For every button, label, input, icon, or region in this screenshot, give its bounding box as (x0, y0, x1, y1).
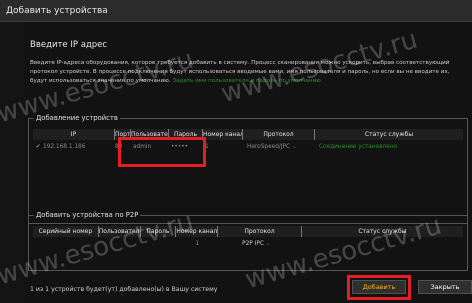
p2p-header-protocol[interactable]: Протокол (218, 226, 302, 237)
header-channel[interactable]: Номер канала (203, 129, 243, 140)
highlight-add-button (347, 275, 411, 300)
p2p-user[interactable] (99, 239, 141, 250)
p2p-password[interactable] (140, 239, 176, 250)
p2p-row[interactable]: 1 P2P IPC ⌄ (33, 239, 463, 250)
device-ip[interactable]: 192.168.1.186 (43, 142, 115, 153)
p2p-header-status[interactable]: Статус службы (302, 226, 463, 237)
p2p-table-header: Серийный номер Пользователь Пароль Номер… (33, 226, 463, 237)
device-protocol: HeroSpeed/JPC (247, 144, 291, 150)
title-bar: Добавить устройства (0, 0, 472, 22)
footer-status: 1 из 1 устройств будет(ут) добавлено(ы) … (30, 286, 218, 293)
header-status[interactable]: Статус службы (315, 129, 463, 140)
window-title: Добавить устройства (6, 6, 108, 16)
device-protocol-select[interactable]: HeroSpeed/JPC ⌄ (243, 142, 315, 153)
dialog-content: Введите IP адрес Введите IP-адреса обору… (24, 22, 472, 303)
section-title: Введите IP адрес (30, 40, 108, 50)
device-table-header: IP Порт Пользователь Пароль Номер канала… (33, 129, 463, 140)
device-channel[interactable]: 1 (203, 142, 243, 153)
p2p-protocol-select[interactable]: P2P IPC ⌄ (218, 239, 302, 250)
default-credentials-link[interactable]: Задать имя пользователя и пароль по умол… (172, 78, 320, 84)
device-status: Соединение установлено (319, 144, 398, 150)
p2p-header-user[interactable]: Пользователь (99, 226, 141, 237)
close-button[interactable]: Закрыть (418, 280, 472, 294)
header-protocol[interactable]: Протокол (243, 129, 315, 140)
chevron-down-icon: ⌄ (291, 144, 297, 150)
p2p-channel[interactable]: 1 (176, 239, 218, 250)
p2p-header-serial[interactable]: Серийный номер (33, 226, 99, 237)
device-row[interactable]: ✔ 192.168.1.186 80 admin ••••• 1 HeroSpe… (33, 142, 463, 153)
section-description: Введите IP-адреса оборудования, которое … (30, 59, 460, 87)
p2p-status (302, 239, 463, 250)
p2p-protocol: P2P IPC (242, 241, 264, 247)
p2p-header-channel[interactable]: Номер канала (176, 226, 219, 237)
p2p-serial[interactable] (33, 239, 99, 250)
add-devices-legend: Добавление устройств (34, 114, 120, 122)
p2p-header-password[interactable]: Пароль (141, 226, 177, 237)
device-checkbox[interactable]: ✔ (33, 142, 43, 153)
chevron-down-icon: ⌄ (265, 241, 271, 247)
p2p-legend: Добавить устройства по P2P (34, 211, 141, 219)
add-devices-group: Добавление устройств IP Порт Пользовател… (28, 114, 468, 224)
header-ip[interactable]: IP (33, 129, 115, 140)
highlight-credentials (118, 137, 206, 167)
p2p-group: Добавить устройства по P2P Серийный номе… (28, 211, 468, 271)
